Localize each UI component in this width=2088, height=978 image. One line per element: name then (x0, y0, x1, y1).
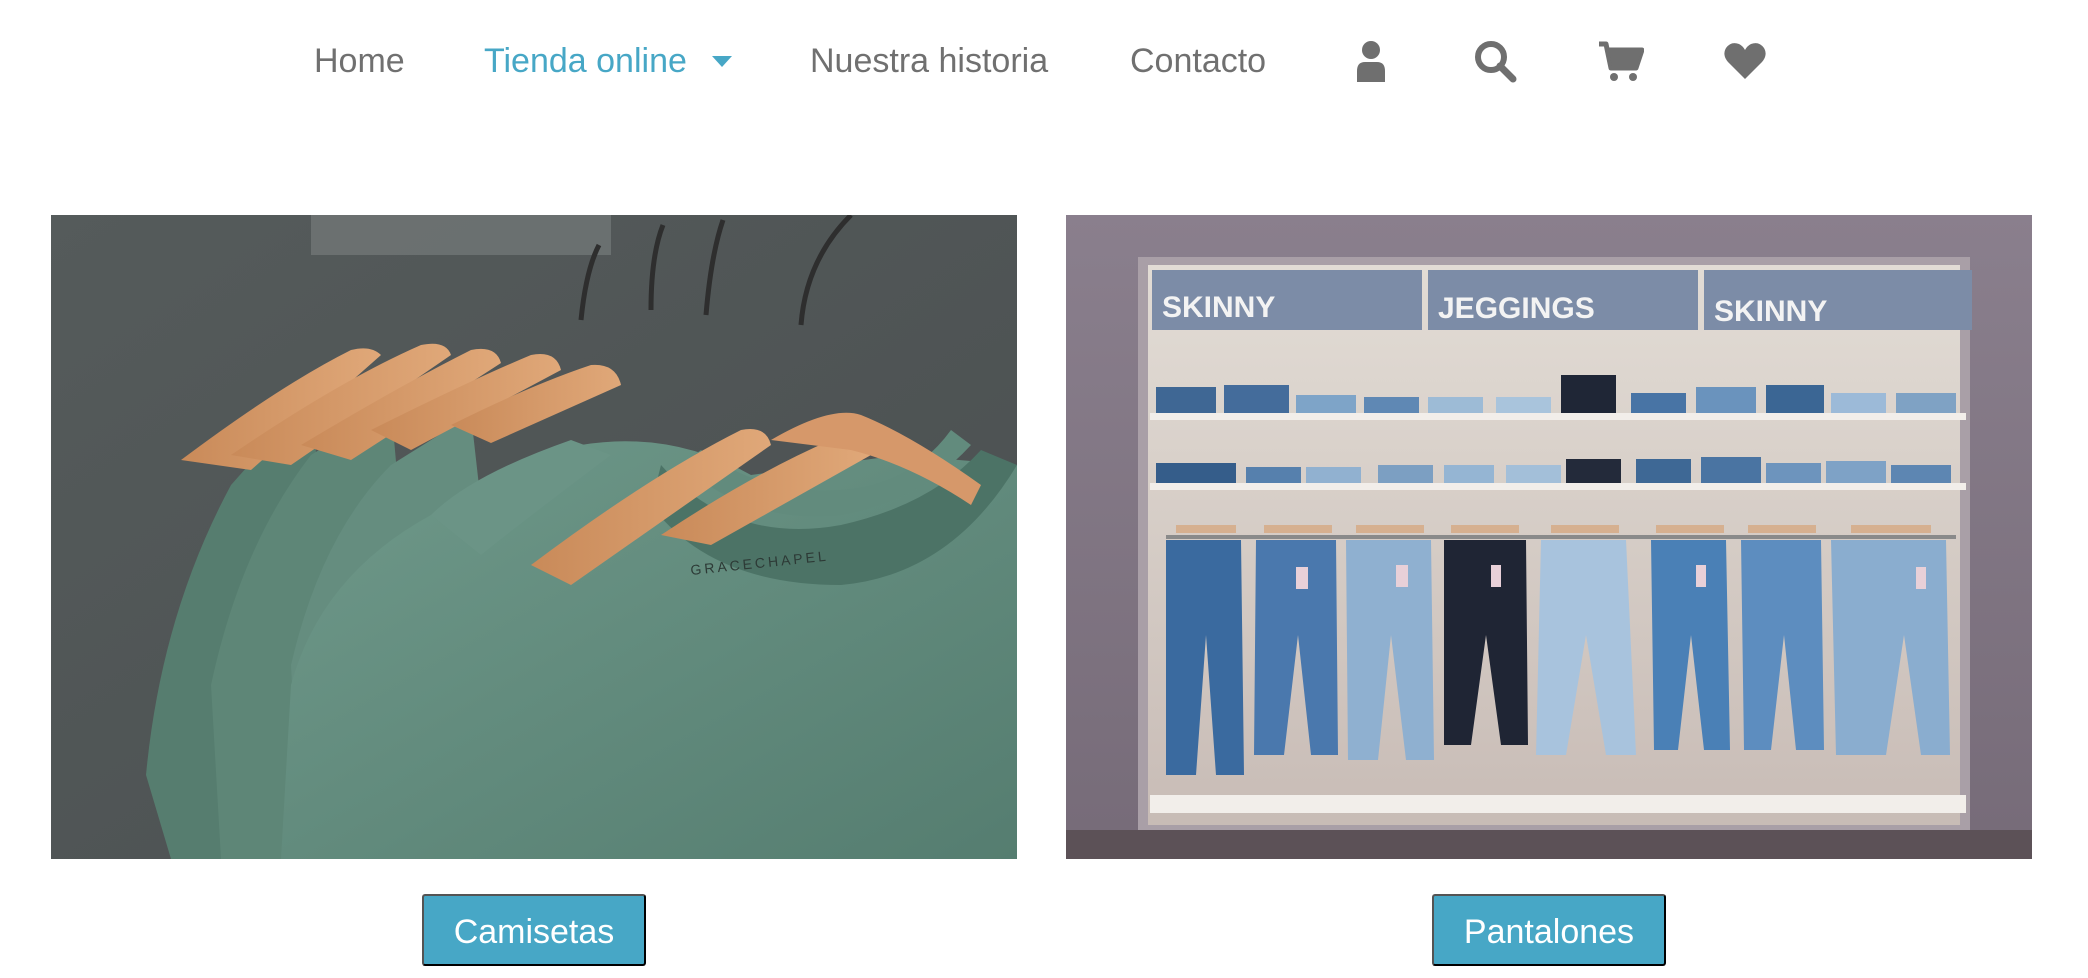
nav-link-home[interactable]: Home (314, 38, 405, 84)
nav-link-tienda-online[interactable]: Tienda online (484, 38, 687, 84)
nav-link-contacto[interactable]: Contacto (1130, 38, 1266, 84)
heart-icon[interactable] (1722, 38, 1768, 84)
camisetas-button[interactable]: Camisetas (422, 894, 646, 966)
main-navigation: Home Tienda online Nuestra historia Cont… (0, 0, 2088, 122)
sign-jeggings: JEGGINGS (1438, 292, 1595, 325)
chevron-down-icon[interactable] (712, 56, 732, 67)
search-icon[interactable] (1472, 38, 1518, 84)
sign-skinny-right: SKINNY (1714, 295, 1827, 328)
nav-link-nuestra-historia[interactable]: Nuestra historia (810, 38, 1048, 84)
pantalones-image[interactable]: SKINNY JEGGINGS SKINNY (1066, 215, 2032, 859)
camisetas-image[interactable]: GRACECHAPEL (51, 215, 1017, 859)
user-icon[interactable] (1348, 38, 1394, 84)
sign-skinny-left: SKINNY (1162, 291, 1275, 324)
cart-icon[interactable] (1598, 38, 1644, 84)
pantalones-button[interactable]: Pantalones (1432, 894, 1666, 966)
